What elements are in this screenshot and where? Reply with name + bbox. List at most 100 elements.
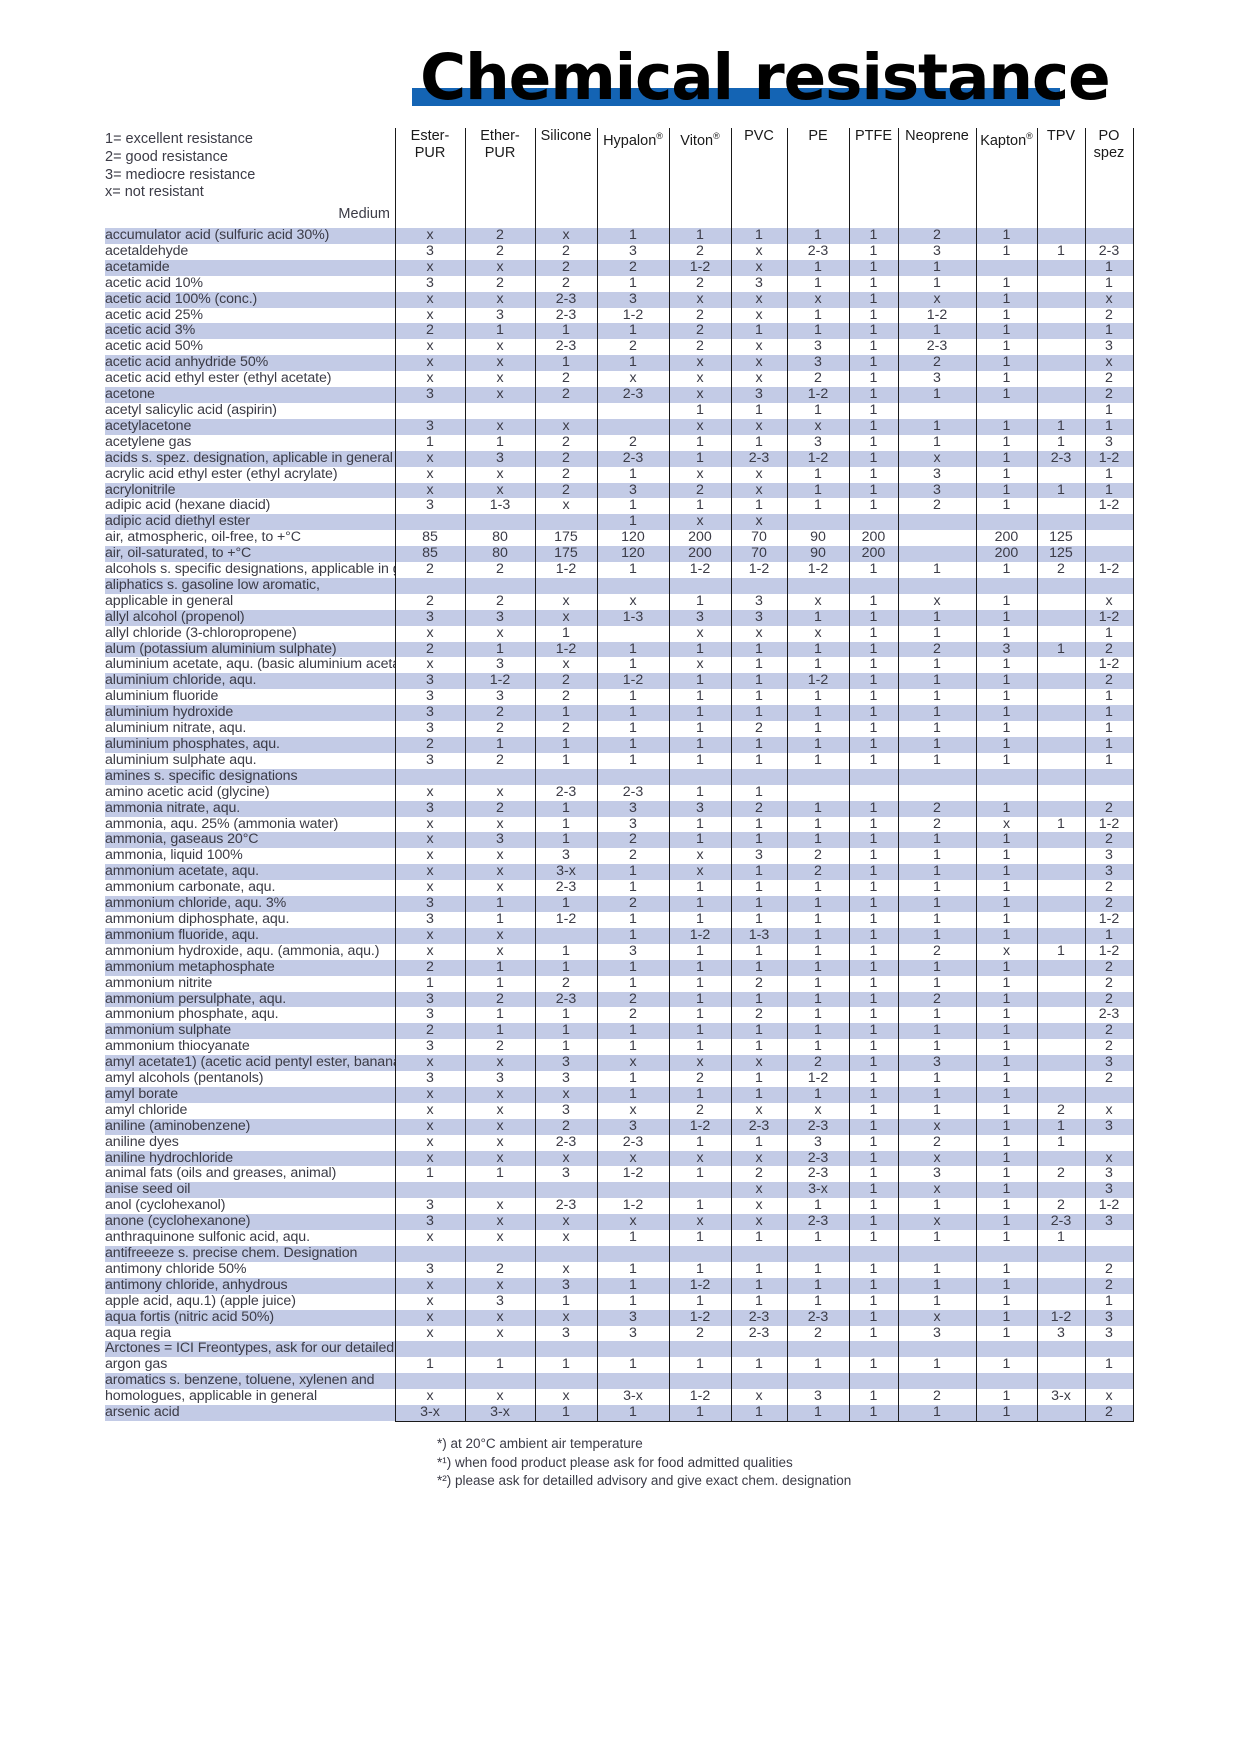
resistance-value-cell: 1 xyxy=(786,1404,849,1422)
resistance-value-cell: 1 xyxy=(730,688,787,706)
resistance-value-cell xyxy=(975,577,1037,594)
medium-name-cell: aniline dyes xyxy=(105,1134,179,1150)
resistance-value-cell: 1-2 xyxy=(1084,561,1134,578)
resistance-value-cell xyxy=(1036,355,1085,372)
resistance-value-cell: 2 xyxy=(394,959,465,976)
resistance-value-cell xyxy=(730,1246,787,1262)
resistance-value-cell: 1 xyxy=(730,784,787,801)
resistance-value-cell: 1 xyxy=(848,450,898,467)
resistance-value-cell xyxy=(394,768,465,785)
resistance-value-cell: 2 xyxy=(1084,1404,1134,1422)
resistance-value-cell: 3-x xyxy=(394,1404,465,1422)
resistance-value-cell: 1 xyxy=(786,704,849,722)
table-row: alcohols s. specific designations, appli… xyxy=(105,561,1134,578)
resistance-value-cell: 1 xyxy=(848,307,898,324)
resistance-value-cell: 1 xyxy=(730,943,787,960)
resistance-value-cell xyxy=(975,402,1037,419)
resistance-value-cell: x xyxy=(394,832,465,849)
resistance-value-cell: 2 xyxy=(534,370,597,388)
table-row: acetic acid 50% x x 2-3 2 2 x 3 1 2-3 1 3 xyxy=(105,338,1134,356)
medium-name-cell: acetic acid 25% xyxy=(105,307,203,323)
medium-name-cell: aqua regia xyxy=(105,1325,172,1341)
resistance-value-cell xyxy=(897,768,976,785)
medium-name-cell: acetylene gas xyxy=(105,434,192,450)
resistance-value-cell: 1 xyxy=(596,641,669,658)
resistance-value-cell: 2 xyxy=(534,672,597,690)
resistance-value-cell: 2 xyxy=(786,847,849,865)
resistance-value-cell: 1 xyxy=(786,832,849,849)
resistance-value-cell: 1 xyxy=(668,1293,731,1310)
resistance-value-cell: x xyxy=(394,1277,465,1294)
table-row: acids s. spez. designation, aplicable in… xyxy=(105,450,1134,467)
resistance-value-cell xyxy=(1036,848,1085,865)
resistance-value-cell: 1 xyxy=(848,752,898,769)
resistance-value-cell: 3-x xyxy=(464,1404,535,1422)
medium-name-cell: ammonium hydroxide, aqu. (ammonia, aqu.) xyxy=(105,943,380,959)
resistance-value-cell: x xyxy=(730,1150,787,1167)
resistance-value-cell: 2-3 xyxy=(730,1309,787,1326)
resistance-value-cell: 1 xyxy=(848,1038,898,1056)
resistance-value-cell: 3 xyxy=(596,1118,669,1135)
resistance-value-cell: 1 xyxy=(975,672,1037,690)
resistance-value-cell: 1 xyxy=(534,736,597,753)
resistance-value-cell: 1 xyxy=(534,323,597,340)
resistance-value-cell: 1 xyxy=(975,466,1037,483)
resistance-value-cell: 1 xyxy=(975,863,1037,881)
resistance-value-cell: 1-2 xyxy=(596,307,669,324)
resistance-value-cell: x xyxy=(464,291,535,308)
resistance-value-cell xyxy=(464,1182,535,1199)
resistance-value-cell: 3 xyxy=(596,943,669,960)
table-row: aromatics s. benzene, toluene, xylenen a… xyxy=(105,1373,1134,1390)
resistance-value-cell: 3 xyxy=(1084,847,1134,865)
resistance-value-cell: 1 xyxy=(668,704,731,722)
resistance-value-cell: x xyxy=(464,338,535,356)
resistance-value-cell: x xyxy=(668,847,731,865)
medium-name-cell: aluminium chloride, aqu. xyxy=(105,673,257,689)
resistance-value-cell: 3 xyxy=(464,450,535,467)
resistance-value-cell: 1 xyxy=(1084,275,1134,292)
medium-name-cell: aluminium sulphate aqu. xyxy=(105,752,257,768)
resistance-value-cell: x xyxy=(668,370,731,388)
resistance-value-cell: x xyxy=(394,291,465,308)
resistance-value-cell: 2-3 xyxy=(596,1134,669,1151)
resistance-value-cell xyxy=(1036,1007,1085,1024)
resistance-value-cell: x xyxy=(786,1102,849,1119)
resistance-value-cell: 3 xyxy=(786,1134,849,1151)
resistance-value-cell: 1 xyxy=(1084,625,1134,642)
resistance-value-cell: 1-2 xyxy=(668,259,731,276)
table-row: air, oil-saturated, to +°C 85 80 175 120 200 7… xyxy=(105,545,1134,563)
resistance-value-cell: 1 xyxy=(730,816,787,833)
resistance-value-cell: 1 xyxy=(596,1022,669,1040)
resistance-value-cell xyxy=(1036,1023,1085,1040)
column-header-line1: Neoprene xyxy=(905,128,969,144)
resistance-value-cell xyxy=(394,402,465,419)
resistance-value-cell: 1 xyxy=(848,1404,898,1422)
resistance-value-cell: 2 xyxy=(1084,895,1134,912)
resistance-value-cell xyxy=(1084,1086,1134,1103)
resistance-value-cell: x xyxy=(464,784,535,801)
resistance-value-cell: 1-2 xyxy=(596,672,669,690)
resistance-value-cell: 70 xyxy=(730,545,787,563)
resistance-value-cell: 1 xyxy=(596,911,669,928)
resistance-value-cell xyxy=(464,514,535,531)
resistance-value-cell: 200 xyxy=(668,545,731,563)
resistance-value-cell: 3 xyxy=(394,609,465,626)
resistance-value-cell: x xyxy=(668,625,731,642)
table-row: ammonia nitrate, aqu. 3 2 1 3 3 2 1 1 2 1 2 xyxy=(105,800,1134,817)
medium-name-cell: anise seed oil xyxy=(105,1182,191,1198)
resistance-value-cell: 1 xyxy=(848,720,898,737)
table-row: ammonium metaphosphate 2 1 1 1 1 1 1 1 1 1 2 xyxy=(105,959,1134,976)
resistance-value-cell: 1 xyxy=(848,243,898,260)
column-header-pe: PE xyxy=(786,128,849,228)
resistance-value-cell xyxy=(1036,387,1085,403)
resistance-value-cell xyxy=(1084,1341,1134,1358)
resistance-value-cell: 2-3 xyxy=(1084,243,1134,260)
resistance-value-cell xyxy=(1036,896,1085,912)
resistance-value-cell: 1 xyxy=(848,816,898,833)
resistance-value-cell: 1 xyxy=(668,498,731,515)
resistance-value-cell: 3 xyxy=(464,688,535,706)
resistance-value-cell: 2 xyxy=(668,482,731,499)
resistance-value-cell: 1-2 xyxy=(668,1277,731,1294)
resistance-value-cell: 3 xyxy=(1036,1325,1085,1342)
resistance-value-cell: 3 xyxy=(394,752,465,769)
